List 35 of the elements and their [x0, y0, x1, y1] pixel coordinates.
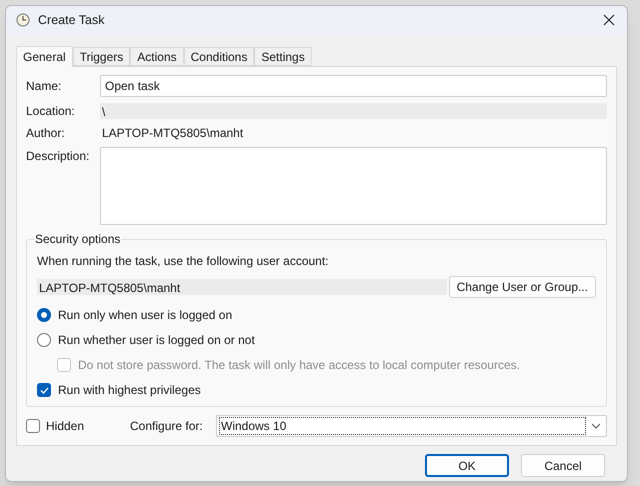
account-prompt: When running the task, use the following user account:	[37, 253, 330, 270]
clock-icon	[16, 13, 30, 27]
hidden-label: Hidden	[46, 418, 86, 435]
account-field: LAPTOP-MTQ5805\manht	[37, 279, 447, 295]
group-title: Security options	[34, 232, 122, 246]
name-label: Name:	[26, 78, 62, 95]
chevron-down-icon	[591, 423, 601, 429]
checkmark-icon	[40, 386, 48, 394]
location-label: Location:	[26, 103, 76, 120]
tab[interactable]: Settings	[254, 47, 312, 66]
author-label: Author:	[26, 125, 66, 142]
description-field[interactable]	[100, 147, 607, 225]
option-label: Run whether user is logged on or not	[58, 332, 255, 349]
configure-label: Configure for:	[130, 418, 204, 435]
location-value: \	[100, 103, 607, 119]
option-label: Do not store password. The task will only have access to local computer resources.	[78, 357, 520, 374]
close-icon	[603, 14, 615, 26]
tab[interactable]: Actions	[130, 47, 184, 66]
option-label: Run only when user is logged on	[58, 307, 232, 324]
radio-button[interactable]	[37, 308, 51, 322]
checkbox[interactable]	[26, 419, 40, 433]
radio-button[interactable]	[37, 333, 51, 347]
tab[interactable]: General	[16, 46, 73, 67]
change-user-button[interactable]: Change User or Group...	[448, 276, 596, 298]
author-value: LAPTOP-MTQ5805\manht	[102, 125, 244, 142]
option-label: Run with highest privileges	[58, 382, 201, 399]
description-label: Description:	[26, 148, 90, 165]
dialog-button[interactable]: OK	[425, 454, 509, 477]
name-field[interactable]: Open task	[100, 75, 607, 97]
checkbox[interactable]	[37, 383, 51, 397]
dialog-button[interactable]: Cancel	[521, 454, 605, 477]
tab[interactable]: Conditions	[184, 47, 254, 66]
configure-dropdown[interactable]: Windows 10	[216, 415, 607, 437]
window-title: Create Task	[38, 12, 104, 29]
tab[interactable]: Triggers	[72, 47, 130, 66]
